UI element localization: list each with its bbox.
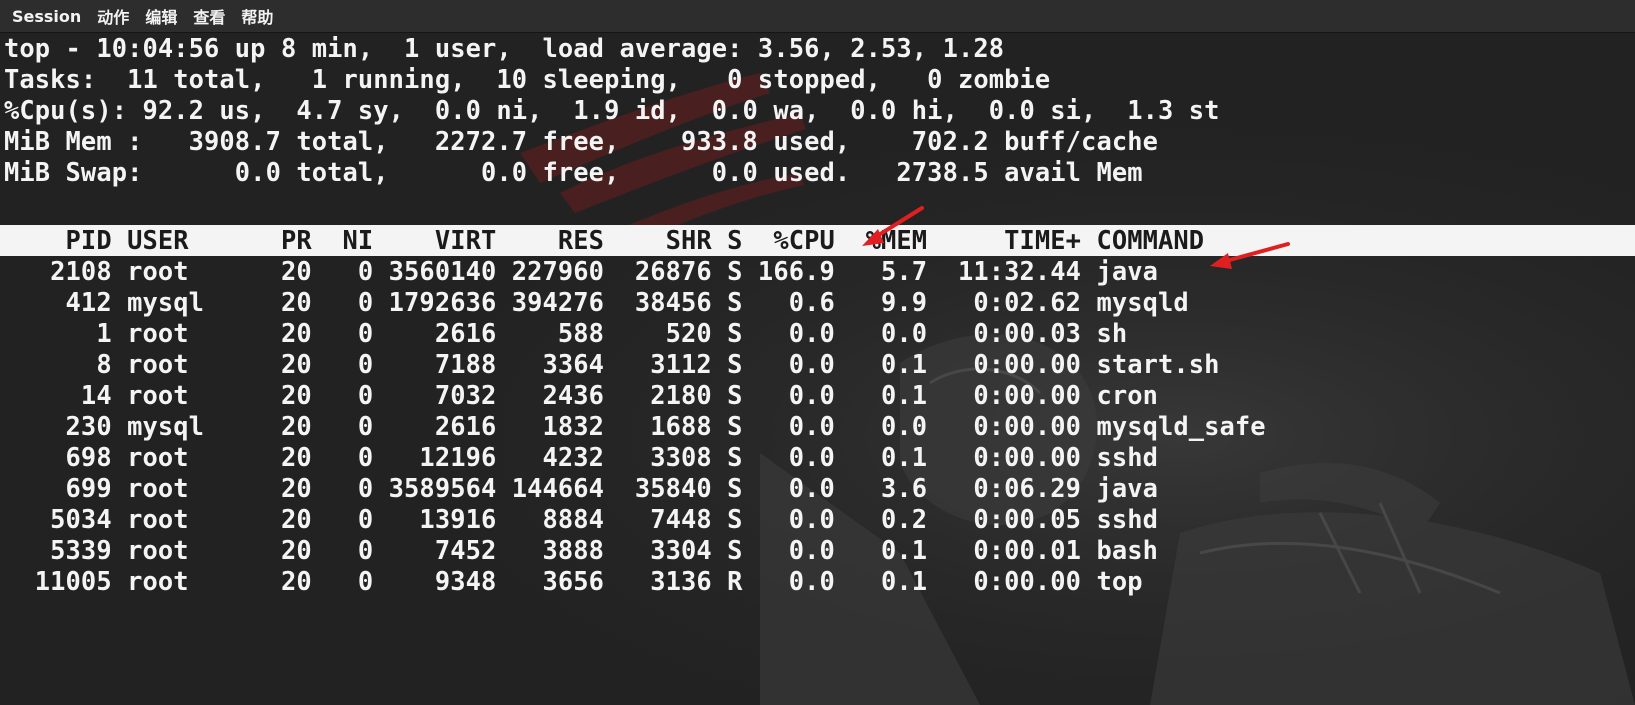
menu-edit[interactable]: 编辑	[145, 4, 177, 28]
process-table-header: PID USER PR NI VIRT RES SHR S %CPU %MEM …	[4, 225, 1205, 255]
process-row[interactable]: 1 root 20 0 2616 588 520 S 0.0 0.0 0:00.…	[4, 318, 1127, 349]
summary-tasks-line: Tasks: 11 total, 1 running, 10 sleeping,…	[4, 64, 1051, 94]
menu-action[interactable]: 动作	[97, 4, 129, 28]
process-row[interactable]: 230 mysql 20 0 2616 1832 1688 S 0.0 0.0 …	[4, 411, 1266, 442]
process-row[interactable]: 2108 root 20 0 3560140 227960 26876 S 16…	[4, 256, 1158, 287]
process-row[interactable]: 5034 root 20 0 13916 8884 7448 S 0.0 0.2…	[4, 504, 1158, 535]
process-row[interactable]: 8 root 20 0 7188 3364 3112 S 0.0 0.1 0:0…	[4, 349, 1220, 380]
summary-swap-line: MiB Swap: 0.0 total, 0.0 free, 0.0 used.…	[4, 157, 1143, 187]
menu-help[interactable]: 帮助	[241, 4, 273, 28]
process-row[interactable]: 412 mysql 20 0 1792636 394276 38456 S 0.…	[4, 287, 1189, 318]
process-row[interactable]: 5339 root 20 0 7452 3888 3304 S 0.0 0.1 …	[4, 535, 1158, 566]
summary-cpu-line: %Cpu(s): 92.2 us, 4.7 sy, 0.0 ni, 1.9 id…	[4, 95, 1220, 125]
process-row[interactable]: 11005 root 20 0 9348 3656 3136 R 0.0 0.1…	[4, 566, 1143, 597]
terminal-view[interactable]: top - 10:04:56 up 8 min, 1 user, load av…	[0, 33, 1635, 705]
menubar: Session 动作 编辑 查看 帮助	[0, 0, 1635, 33]
summary-mem-line: MiB Mem : 3908.7 total, 2272.7 free, 933…	[4, 126, 1158, 156]
process-row[interactable]: 699 root 20 0 3589564 144664 35840 S 0.0…	[4, 473, 1158, 504]
process-row[interactable]: 698 root 20 0 12196 4232 3308 S 0.0 0.1 …	[4, 442, 1158, 473]
summary-uptime-line: top - 10:04:56 up 8 min, 1 user, load av…	[4, 33, 1005, 63]
process-row[interactable]: 14 root 20 0 7032 2436 2180 S 0.0 0.1 0:…	[4, 380, 1158, 411]
menu-session[interactable]: Session	[12, 7, 81, 26]
menu-view[interactable]: 查看	[193, 4, 225, 28]
